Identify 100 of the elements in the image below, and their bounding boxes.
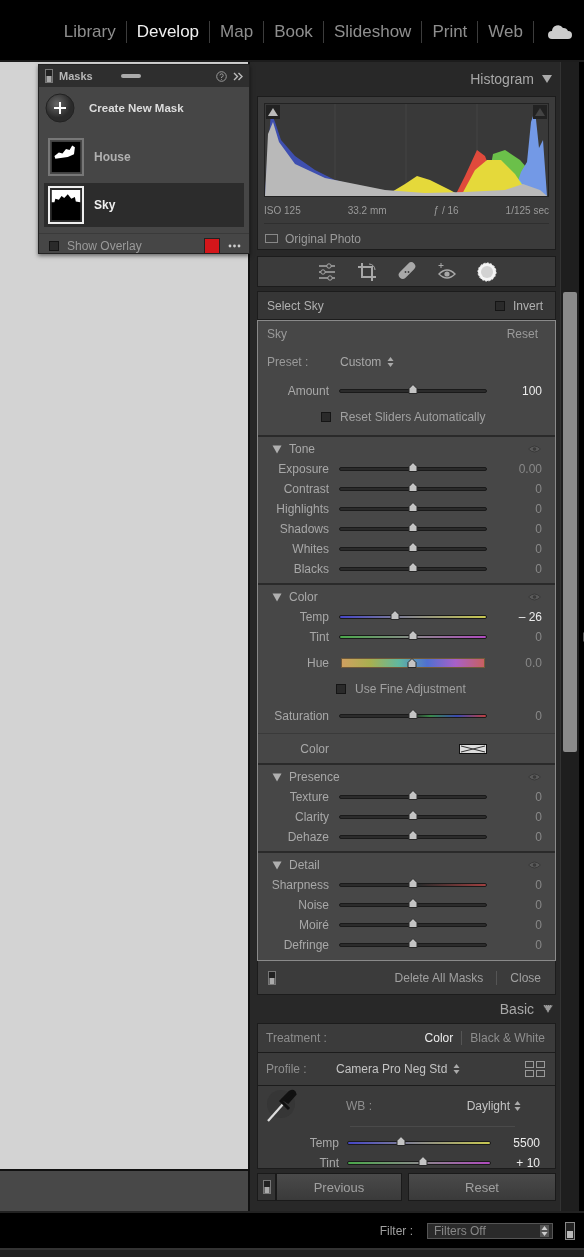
slider-label: Noise [297, 898, 329, 913]
field-label: Preset : [267, 355, 310, 370]
slider-label: Tint [318, 1156, 339, 1171]
color-swatch[interactable] [459, 743, 487, 754]
panel-switch[interactable] [268, 970, 276, 985]
slider-thumb[interactable] [408, 878, 418, 889]
slider-value: 0 [534, 810, 542, 825]
panel-title: Basic [499, 1001, 534, 1018]
slider-thumb[interactable] [395, 1136, 406, 1147]
clipping-indicator-icon[interactable] [266, 105, 280, 119]
slider-value: – 26 [517, 610, 542, 625]
slider-thumb[interactable] [408, 918, 418, 929]
profile-dropdown[interactable]: Camera Pro Neg Std [336, 1062, 448, 1077]
help-icon[interactable] [216, 70, 227, 82]
slider-thumb[interactable] [408, 462, 418, 473]
slider-thumb[interactable] [408, 562, 418, 573]
slider-label: Temp [298, 610, 329, 625]
updown-icon[interactable] [387, 357, 395, 368]
updown-icon[interactable] [453, 1064, 461, 1075]
scrollbar-thumb[interactable] [563, 292, 577, 752]
eye-icon[interactable] [436, 261, 457, 282]
disclosure-triangle-icon[interactable] [272, 860, 282, 870]
panel-switch[interactable] [565, 1221, 575, 1240]
slider-thumb[interactable] [418, 1156, 429, 1167]
module-tab[interactable]: Web [478, 21, 534, 43]
slider-value: 0.0 [524, 656, 542, 671]
drag-handle[interactable] [120, 74, 141, 78]
updown-icon [540, 1224, 549, 1237]
mask-list-item[interactable]: Sky [44, 183, 244, 227]
mask-icon[interactable] [476, 261, 497, 282]
collapse-triangle-icon[interactable] [543, 1005, 553, 1014]
reset-link[interactable]: Reset [506, 327, 538, 342]
slider-thumb[interactable] [408, 938, 418, 949]
slider-thumb[interactable] [408, 384, 418, 395]
treatment-option[interactable]: Color [424, 1031, 454, 1046]
slider-label: Defringe [282, 938, 329, 953]
create-mask-button[interactable]: Create New Mask [39, 91, 249, 125]
slider-thumb[interactable] [408, 542, 418, 553]
module-tab[interactable]: Book [264, 21, 324, 43]
double-chevron-icon[interactable] [233, 71, 243, 81]
module-tab[interactable]: Print [422, 21, 479, 43]
slider-thumb[interactable] [408, 502, 418, 513]
disclosure-triangle-icon[interactable] [272, 592, 282, 602]
mask-type-label: Select Sky [267, 298, 325, 313]
checkbox[interactable] [336, 684, 346, 695]
slider-value: 0 [534, 878, 542, 893]
treatment-option[interactable]: Black & White [470, 1031, 545, 1046]
disclosure-triangle-icon[interactable] [272, 772, 282, 782]
disclosure-triangle-icon[interactable] [272, 444, 282, 454]
panel-title: Masks [59, 70, 93, 82]
panel-switch[interactable] [45, 69, 53, 83]
collapse-triangle-icon[interactable] [542, 75, 552, 83]
slider-thumb[interactable] [408, 830, 418, 841]
slider-thumb[interactable] [390, 610, 401, 621]
delete-all-masks-button[interactable]: Delete All Masks [394, 970, 484, 985]
slider-thumb[interactable] [408, 709, 418, 720]
slider-label: Whites [291, 542, 329, 557]
slider-thumb[interactable] [408, 630, 418, 641]
panel-button[interactable]: Previous [276, 1173, 402, 1202]
section-title: Detail [289, 858, 321, 873]
section-title: Color [289, 590, 319, 605]
clipping-indicator-icon[interactable] [533, 105, 547, 119]
slider-thumb[interactable] [408, 522, 418, 533]
preset-dropdown[interactable]: Custom [340, 355, 382, 370]
slider-thumb[interactable] [408, 810, 418, 821]
slider-thumb[interactable] [408, 482, 418, 493]
module-tab[interactable]: Develop [126, 21, 211, 43]
eye-icon [528, 861, 541, 870]
more-icon[interactable] [228, 243, 241, 248]
checkbox[interactable] [321, 412, 331, 423]
eyedropper-icon[interactable] [264, 1089, 298, 1124]
slider-thumb[interactable] [408, 898, 418, 909]
checkbox[interactable] [495, 300, 505, 311]
slider-thumb[interactable] [408, 790, 418, 801]
updown-icon[interactable] [514, 1101, 521, 1112]
checkbox[interactable] [265, 234, 278, 243]
slider-label: Tint [308, 630, 329, 645]
wb-dropdown[interactable]: Daylight [466, 1099, 510, 1114]
panel-button[interactable]: Reset [408, 1173, 556, 1202]
module-tab[interactable]: Library [53, 21, 127, 43]
mask-list-item[interactable]: House [44, 135, 244, 179]
close-button[interactable]: Close [510, 970, 541, 985]
checkbox[interactable] [49, 240, 59, 251]
slider-thumb[interactable] [406, 658, 417, 669]
overlay-color-swatch[interactable] [204, 237, 220, 254]
panel-switch[interactable] [262, 1180, 271, 1195]
slider-value: 0 [534, 562, 542, 577]
checkbox-label: Original Photo [285, 231, 362, 246]
cloud-icon[interactable] [548, 25, 572, 39]
field-label: Profile : [266, 1062, 308, 1077]
sliders-icon[interactable] [316, 261, 337, 282]
crop-icon[interactable] [356, 261, 377, 282]
slider-label: Color [299, 741, 329, 756]
slider-value: 0 [534, 918, 542, 933]
module-tab[interactable]: Slideshow [323, 21, 423, 43]
slider-value: 0.00 [517, 462, 542, 477]
checkbox-label: Show Overlay [67, 238, 143, 253]
filter-dropdown[interactable]: Filters Off [427, 1222, 553, 1239]
module-tab[interactable]: Map [210, 21, 265, 43]
grid-icon[interactable] [525, 1061, 545, 1078]
